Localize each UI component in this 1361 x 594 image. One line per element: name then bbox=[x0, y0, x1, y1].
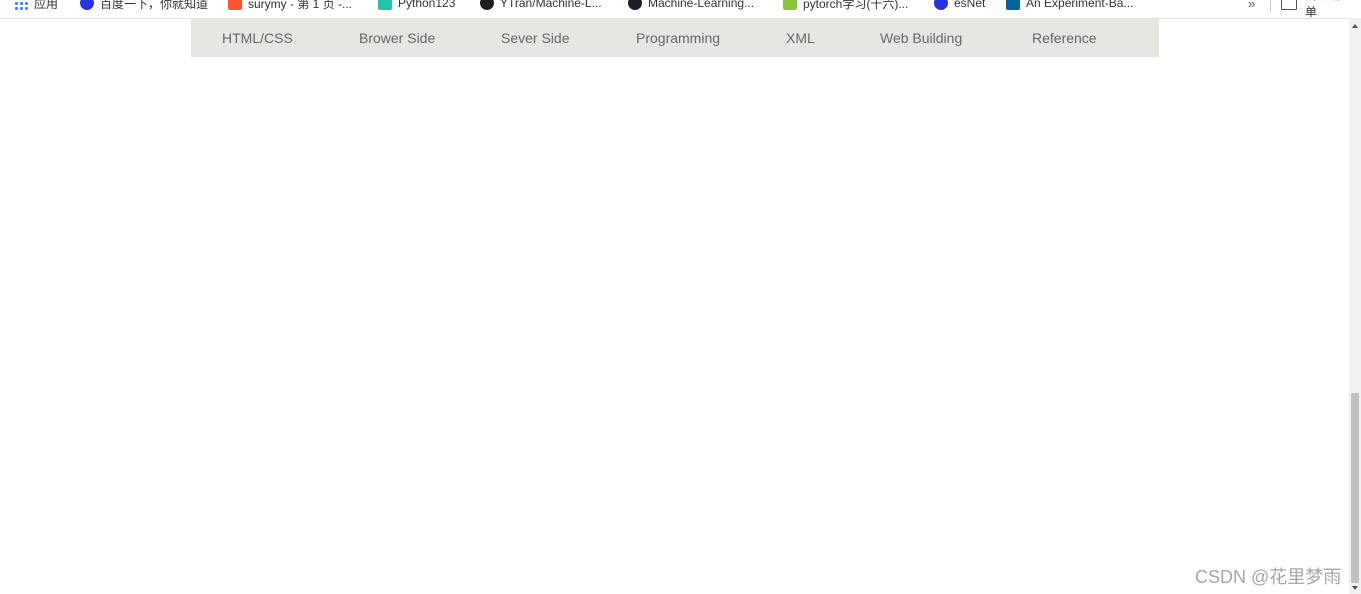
scrollbar-thumb[interactable] bbox=[1351, 393, 1359, 583]
bookmark-surymy[interactable]: surymy - 第 1 页 -... bbox=[228, 0, 352, 12]
csdn-watermark: CSDN @花里梦雨 bbox=[1195, 567, 1342, 587]
baidu-icon bbox=[80, 0, 94, 10]
bookmark-label: 应用 bbox=[34, 0, 59, 11]
bookmark-label: Machine-Learning... bbox=[648, 0, 755, 10]
bookmark-label: YTran/Machine-L... bbox=[500, 0, 602, 10]
top-navigation-bar: HTML/CSS Brower Side Sever Side Programm… bbox=[191, 19, 1159, 57]
github-icon bbox=[480, 0, 494, 10]
bookmarks-more-button[interactable]: » bbox=[1248, 0, 1255, 11]
bookmark-esnet[interactable]: esNet bbox=[934, 0, 985, 12]
bookmark-machine-learning[interactable]: Machine-Learning... bbox=[628, 0, 754, 12]
scroll-up-arrow-icon[interactable] bbox=[1352, 24, 1358, 28]
nav-link-programming[interactable]: Programming bbox=[636, 19, 720, 57]
bookmark-baidu[interactable]: 百度一下，你就知道 bbox=[80, 0, 208, 12]
nav-link-sever-side[interactable]: Sever Side bbox=[501, 19, 569, 57]
nav-link-brower-side[interactable]: Brower Side bbox=[359, 19, 435, 57]
bookmark-ytran[interactable]: YTran/Machine-L... bbox=[480, 0, 602, 12]
nav-link-html-css[interactable]: HTML/CSS bbox=[222, 19, 293, 57]
github-icon bbox=[628, 0, 642, 10]
bookmark-apps[interactable]: 应用 bbox=[14, 0, 58, 12]
ieee-icon bbox=[1006, 0, 1020, 10]
bookmark-python123[interactable]: Python123 bbox=[378, 0, 455, 12]
bookmark-label: An Experiment-Ba... bbox=[1026, 0, 1134, 10]
vertical-scrollbar[interactable] bbox=[1349, 18, 1361, 594]
bookmark-pytorch[interactable]: pytorch学习(十六)... bbox=[783, 0, 908, 12]
bookmark-experiment[interactable]: An Experiment-Ba... bbox=[1006, 0, 1133, 12]
baidu-icon bbox=[934, 0, 948, 10]
apps-grid-icon bbox=[14, 0, 28, 10]
bookmark-label: esNet bbox=[954, 0, 986, 10]
bookmark-label: pytorch学习(十六)... bbox=[803, 0, 909, 11]
bookmarks-bar: 应用 百度一下，你就知道 surymy - 第 1 页 -... Python1… bbox=[0, 0, 1348, 19]
python123-icon bbox=[378, 0, 392, 10]
bookmark-label: 百度一下，你就知道 bbox=[100, 0, 209, 11]
scroll-down-arrow-icon[interactable] bbox=[1352, 586, 1358, 590]
nav-link-web-building[interactable]: Web Building bbox=[880, 19, 962, 57]
pytorch-icon bbox=[783, 0, 797, 10]
reading-list-button[interactable]: 阅读清单 bbox=[1281, 0, 1348, 18]
reading-list-icon bbox=[1281, 0, 1297, 10]
bookmark-label: Python123 bbox=[398, 0, 456, 10]
csdn-icon bbox=[228, 0, 242, 10]
nav-link-reference[interactable]: Reference bbox=[1032, 19, 1097, 57]
bookmarks-divider bbox=[1270, 0, 1271, 12]
bookmark-label: surymy - 第 1 页 -... bbox=[248, 0, 353, 11]
nav-link-xml[interactable]: XML bbox=[786, 19, 815, 57]
reading-list-label: 阅读清单 bbox=[1305, 0, 1341, 19]
